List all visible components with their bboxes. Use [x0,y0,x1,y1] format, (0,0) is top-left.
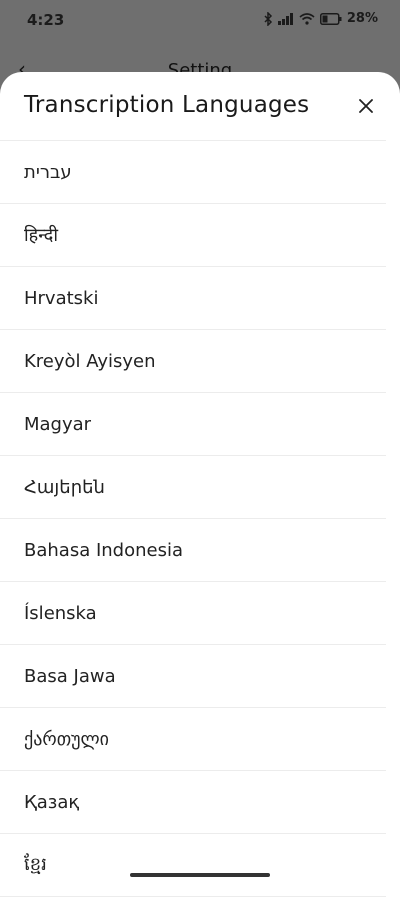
language-sheet: Transcription Languages עברית हिन्दी Hrv… [0,72,400,902]
wifi-icon [299,12,315,25]
language-list: עברית हिन्दी Hrvatski Kreyòl Ayisyen Mag… [0,140,400,897]
bluetooth-icon [263,11,273,26]
language-item-hebrew[interactable]: עברית [0,140,386,204]
language-item-indonesian[interactable]: Bahasa Indonesia [0,519,386,582]
language-item-khmer[interactable]: ខ្មែរ [0,834,386,897]
language-item-hindi[interactable]: हिन्दी [0,204,386,267]
language-item-kazakh[interactable]: Қазақ [0,771,386,834]
language-item-javanese[interactable]: Basa Jawa [0,645,386,708]
language-item-armenian[interactable]: Հայերեն [0,456,386,519]
close-button[interactable] [354,94,378,118]
battery-percent: 28% [346,11,378,26]
signal-icon [277,12,294,25]
language-item-georgian[interactable]: ქართული [0,708,386,771]
home-indicator[interactable] [130,873,270,877]
language-item-croatian[interactable]: Hrvatski [0,267,386,330]
language-item-haitian-creole[interactable]: Kreyòl Ayisyen [0,330,386,393]
sheet-header: Transcription Languages [0,72,400,140]
battery-icon [319,12,342,25]
status-time: 4:23 [27,11,65,29]
close-icon [359,99,373,113]
sheet-title: Transcription Languages [24,92,310,118]
status-bar: 4:23 28% [0,0,400,40]
language-item-hungarian[interactable]: Magyar [0,393,386,456]
language-item-icelandic[interactable]: Íslenska [0,582,386,645]
status-icons: 28% [263,11,378,26]
